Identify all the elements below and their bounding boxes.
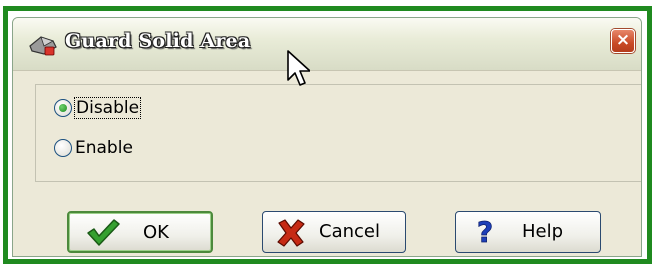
mouse-pointer-icon [287,50,310,86]
dialog-title: Guard Solid Area [65,30,251,52]
ok-label: OK [143,222,169,243]
help-question-icon: ? [476,217,493,247]
radio-label-enable: Enable [75,138,133,158]
cancel-label: Cancel [319,221,380,242]
checkmark-icon [87,219,120,246]
radio-option-disable[interactable]: Disable [54,97,142,119]
radio-label-disable: Disable [74,97,142,119]
options-group: Disable Enable [35,84,641,182]
ok-button[interactable]: OK [67,211,213,253]
dialog-window: Guard Solid Area × Disable Enable OK Can… [12,17,642,257]
close-button[interactable]: × [611,29,635,53]
cancel-x-icon [277,219,305,247]
title-bar[interactable]: Guard Solid Area × [13,18,641,71]
svg-text:?: ? [477,217,493,247]
guard-app-icon [29,36,57,56]
cancel-button[interactable]: Cancel [262,211,406,253]
radio-button-checked[interactable] [54,99,72,117]
help-button[interactable]: ? Help [455,211,601,253]
radio-option-enable[interactable]: Enable [54,138,134,158]
radio-button-unchecked[interactable] [54,139,72,157]
help-label: Help [522,221,564,242]
